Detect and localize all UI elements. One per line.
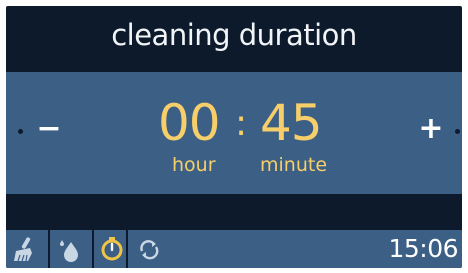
brush-mode-button[interactable] [10,234,40,264]
bar-divider [92,230,94,268]
clock-time: 15:06 [388,234,458,263]
timer-icon [101,237,123,261]
sync-icon [140,240,159,260]
minutes-value[interactable]: 45 [260,98,323,148]
duration-display: 00 : 45 hour minute [6,72,462,194]
time-separator: : [235,103,248,144]
duration-panel: − 00 : 45 hour minute + [6,72,462,194]
display-screen: cleaning duration − 00 : 45 hour minute … [6,6,462,268]
brush-icon [14,237,32,262]
bar-divider [48,230,50,268]
hour-label: hour [172,154,216,176]
water-mode-button[interactable] [56,234,86,264]
increase-button[interactable]: + [416,114,446,144]
bar-divider [126,230,128,268]
hours-value[interactable]: 00 [158,98,221,148]
minute-label: minute [260,154,328,176]
bottom-bar: 15:06 [6,230,462,268]
right-indicator-dot [455,129,460,134]
sync-mode-button[interactable] [134,234,164,264]
page-title: cleaning duration [111,18,357,52]
timer-mode-button[interactable] [98,234,128,264]
water-drop-icon [60,240,78,262]
